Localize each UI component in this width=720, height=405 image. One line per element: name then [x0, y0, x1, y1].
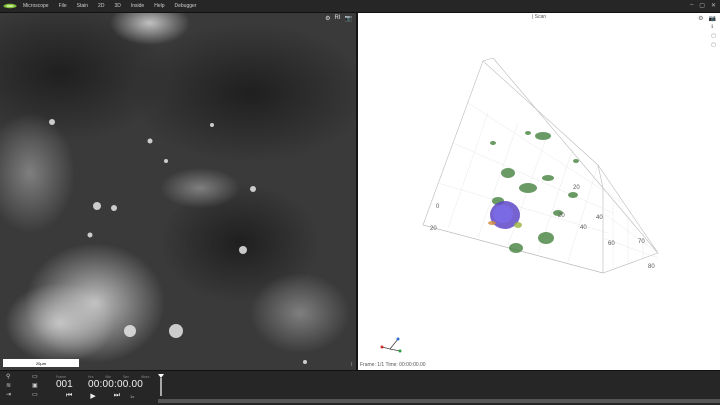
folder-open-icon[interactable]: ▭	[32, 391, 42, 398]
axis-tick-label: 20	[573, 185, 580, 191]
skip-forward-icon[interactable]: ⏭	[114, 392, 120, 400]
file-actions: ⚲ ▭ ≋ ▣ ⇥ ▭	[6, 373, 42, 398]
left-2d-view[interactable]: ⚙ RI 📷 20µm ↑	[0, 13, 356, 370]
view-title: | Scan	[531, 14, 547, 20]
info-icon[interactable]: ℹ	[711, 24, 716, 30]
frame-counter: Frame 001	[56, 375, 78, 390]
scale-bar-label: 20µm	[35, 361, 47, 366]
axis-tick-label: 20	[558, 213, 565, 219]
settings-gear-icon[interactable]: ⚙	[325, 15, 330, 22]
box-icon[interactable]: ▢	[711, 42, 716, 48]
left-view-toolbar: ⚙ RI 📷	[325, 15, 352, 22]
axis-tick-label: 20	[430, 226, 437, 232]
arrow-up-icon[interactable]: ↑	[350, 362, 353, 368]
axis-tick-label: 70	[638, 239, 645, 245]
settings-gear-icon[interactable]: ⚙	[698, 15, 703, 22]
right-3d-view[interactable]: | Scan ⚙ 📷 ℹ ▢ ▢ 20 0 20 40 60 70 80 20 …	[358, 13, 720, 370]
menu-help[interactable]: Help	[154, 3, 164, 9]
menu-microscope[interactable]: Microscope	[23, 3, 49, 9]
scale-bar: 20µm	[3, 359, 79, 367]
frame-value[interactable]: 001	[56, 379, 78, 390]
frame-time-info: Frame: 1/1 Time: 00:00:00.00	[360, 362, 426, 368]
playback-speed[interactable]: 1x	[130, 394, 134, 399]
skip-back-icon[interactable]: ⏮	[66, 392, 72, 400]
axis-tick-label: 80	[648, 264, 655, 270]
leaf-logo	[3, 3, 17, 9]
timeline-playhead[interactable]	[158, 374, 164, 396]
maximize-icon[interactable]: ▢	[699, 2, 705, 9]
menu-3d[interactable]: 3D	[114, 3, 120, 9]
time-value[interactable]: 00:00:00.00	[88, 379, 150, 390]
close-icon[interactable]: ✕	[711, 2, 716, 9]
minimize-icon[interactable]: –	[690, 2, 693, 9]
camera-icon[interactable]: 📷	[709, 15, 716, 22]
menu-inside[interactable]: Inside	[131, 3, 144, 9]
camera-icon[interactable]: 📷	[345, 15, 352, 22]
window-controls: – ▢ ✕	[690, 2, 716, 9]
timeline-bar: ⚲ ▭ ≋ ▣ ⇥ ▭ Frame 001 Hrs Min Sec Msec 0…	[0, 370, 720, 405]
pin-icon[interactable]: ⚲	[6, 373, 16, 380]
right-view-toolbar: ⚙ 📷	[698, 15, 716, 22]
right-side-tools: ℹ ▢ ▢	[711, 24, 716, 48]
play-icon[interactable]: ▶	[90, 392, 95, 400]
axis-tick-label: 40	[580, 225, 587, 231]
export-icon[interactable]: ⇥	[6, 391, 16, 398]
menu-stain[interactable]: Stain	[77, 3, 88, 9]
time-display: Hrs Min Sec Msec 00:00:00.00	[88, 375, 150, 390]
menu-bar: Microscope File Stain 2D 3D Inside Help …	[0, 0, 720, 13]
menu-2d[interactable]: 2D	[98, 3, 104, 9]
axis-tick-label: 0	[436, 204, 440, 210]
stack-icon[interactable]: ≋	[6, 382, 16, 389]
axis-tick-label: 60	[608, 241, 615, 247]
box-icon[interactable]: ▢	[711, 33, 716, 39]
menu-file[interactable]: File	[59, 3, 67, 9]
save-icon[interactable]: ▣	[32, 382, 42, 389]
microscopy-image	[0, 13, 356, 370]
axis-tick-label: 40	[596, 215, 603, 221]
playback-controls: ⏮ ▶ ⏭	[66, 392, 120, 400]
3d-volume-render: 20 0 20 40 60 70 80 20 40	[380, 57, 659, 353]
folder-icon[interactable]: ▭	[32, 373, 42, 380]
ri-toggle-button[interactable]: RI	[335, 15, 341, 22]
timeline-track[interactable]	[158, 399, 720, 403]
axis-orientation-gizmo	[380, 337, 402, 353]
menu-debugger[interactable]: Debugger	[175, 3, 197, 9]
